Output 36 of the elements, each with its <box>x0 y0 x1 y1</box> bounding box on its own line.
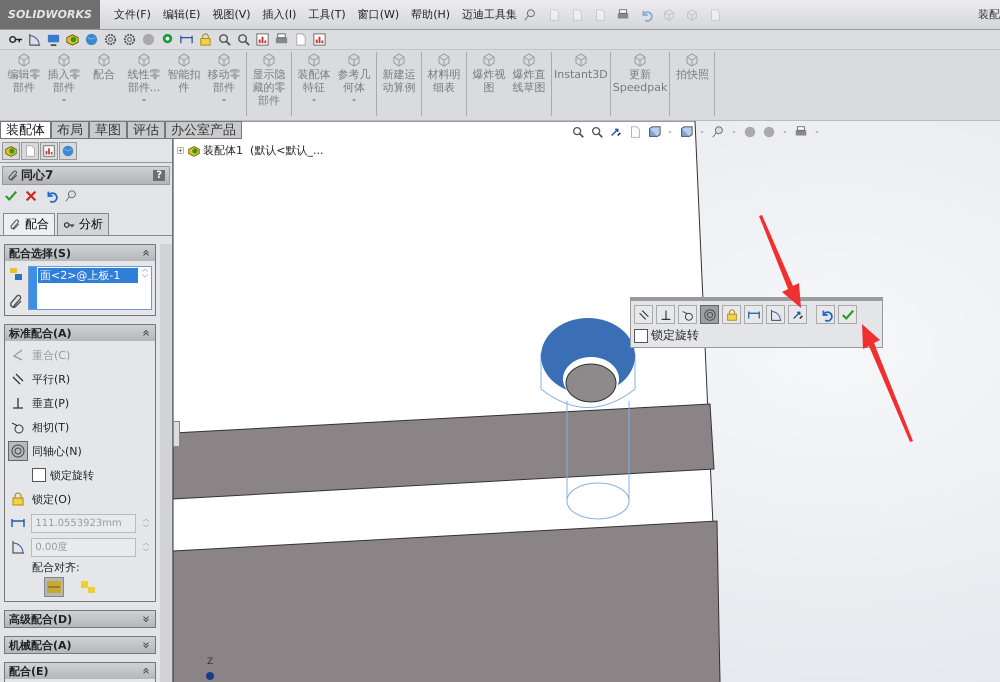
panel-title: 同心7 <box>21 167 54 184</box>
section-header[interactable]: 配合选择(S) <box>5 245 155 261</box>
tab[interactable]: 装配体 <box>0 121 51 138</box>
mate-option[interactable]: 同轴心(N) <box>8 440 152 462</box>
mate-option[interactable]: 锁定(O) <box>8 488 152 510</box>
tab[interactable]: 布局 <box>51 121 89 138</box>
help-button[interactable]: ? <box>153 170 165 181</box>
section-header[interactable]: 高级配合(D) <box>5 611 155 627</box>
section-header[interactable]: 标准配合(A) <box>5 325 155 341</box>
mate-option[interactable]: 垂直(P) <box>8 392 152 414</box>
window-title: 装配 <box>978 7 1000 22</box>
menu-item[interactable]: 插入(I) <box>256 7 302 22</box>
tab[interactable]: 分析 <box>57 213 109 235</box>
tab[interactable]: 草图 <box>89 121 127 138</box>
tab[interactable]: 评估 <box>127 121 165 138</box>
app-logo: SOLIDWORKS <box>0 0 100 29</box>
tab[interactable]: 办公室产品 <box>165 121 242 138</box>
menu-item[interactable]: 编辑(E) <box>156 7 206 22</box>
menu-item[interactable]: 窗口(W) <box>352 7 406 22</box>
tree-item[interactable]: 装配体1 (默认<默认_... <box>203 143 324 158</box>
section-header[interactable]: 机械配合(A) <box>5 637 155 653</box>
caption-text: 配合对齐: <box>31 560 81 575</box>
menu-item[interactable]: 工具(T) <box>302 7 352 22</box>
checkbox-label: 锁定旋转 <box>651 327 699 344</box>
checkbox-label: 锁定旋转 <box>50 468 94 482</box>
mate-option[interactable]: 平行(R) <box>8 368 152 390</box>
menu-item[interactable]: 视图(V) <box>206 7 257 22</box>
tab[interactable]: 配合 <box>3 213 55 235</box>
axis-label: Z <box>207 657 214 667</box>
section-header[interactable]: 配合(E) <box>5 663 155 679</box>
list-item[interactable]: 面<2>@上板-1 <box>38 268 138 283</box>
menu-item[interactable]: 文件(F) <box>108 7 157 22</box>
selection-list[interactable]: 面<2>@上板-1 <box>28 266 152 310</box>
menu-item[interactable]: 帮助(H) <box>405 7 456 22</box>
menu-item[interactable]: 迈迪工具集 <box>456 7 524 22</box>
mate-option[interactable]: 相切(T) <box>8 416 152 438</box>
